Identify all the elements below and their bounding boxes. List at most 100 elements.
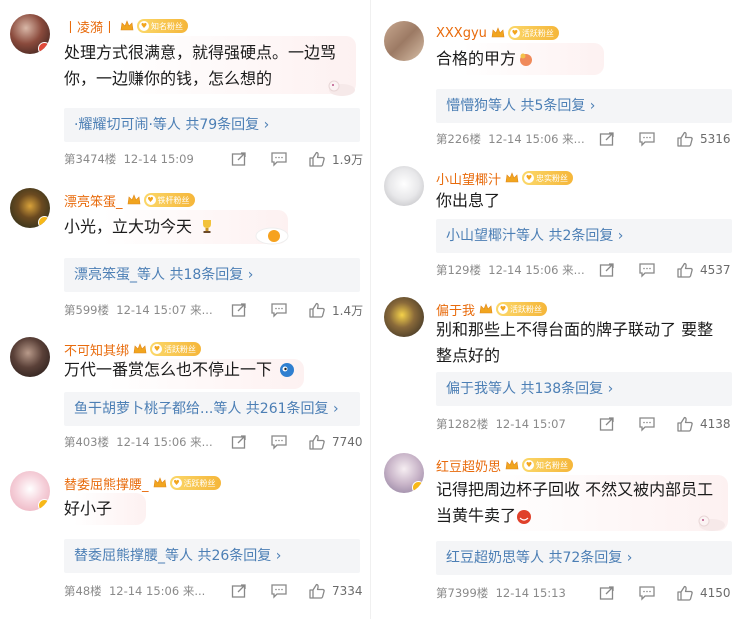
thumbs-up-icon[interactable]	[676, 415, 694, 433]
thumbs-up-icon[interactable]	[676, 261, 694, 279]
comment-icon[interactable]	[270, 433, 288, 451]
fan-badge-label: 活跃粉丝	[183, 478, 216, 488]
comment-footer: 第7399楼 12-14 15:13 4150	[436, 584, 736, 602]
username[interactable]: XXXgyu	[436, 26, 487, 41]
share-icon[interactable]	[598, 261, 616, 279]
egg-sticker-icon	[255, 227, 289, 245]
fan-badge-label: 知名粉丝	[536, 460, 569, 470]
fan-badge: ♥ 知名粉丝	[522, 458, 574, 472]
comment-header: 红豆超奶思 ♥ 知名粉丝	[436, 455, 574, 475]
fan-level-icon: ♥	[524, 460, 535, 470]
comment-footer: 第48楼 12-14 15:06 来... 7334	[64, 582, 364, 600]
crown-icon	[505, 172, 519, 183]
verified-badge-icon	[38, 499, 50, 511]
fan-badge-label: 活跃粉丝	[510, 304, 543, 314]
thumbs-up-icon[interactable]	[676, 130, 694, 148]
floor-time: 第599楼 12-14 15:07 来...	[64, 303, 213, 317]
share-icon[interactable]	[230, 433, 248, 451]
comment-icon[interactable]	[638, 130, 656, 148]
avatar[interactable]	[384, 21, 424, 61]
thumbs-up-icon[interactable]	[308, 150, 326, 168]
comment-text: 别和那些上不得台面的牌子联动了 要整整点好的	[436, 320, 714, 365]
emoji-icon	[280, 363, 294, 377]
floor-time: 第226楼 12-14 15:06 来...	[436, 132, 585, 146]
avatar[interactable]	[10, 471, 50, 511]
floor-time: 第129楼 12-14 15:06 来...	[436, 263, 585, 277]
replies-link[interactable]: 懵懵狗等人 共5条回复 ›	[436, 89, 732, 123]
username[interactable]: 丨凌漪丨	[64, 17, 116, 36]
comment-icon[interactable]	[638, 415, 656, 433]
fan-level-icon: ♥	[152, 344, 163, 354]
replies-link[interactable]: 小山望椰汁等人 共2条回复 ›	[436, 219, 732, 253]
avatar[interactable]	[384, 166, 424, 206]
avatar[interactable]	[384, 453, 424, 493]
like-count: 4150	[700, 586, 731, 600]
comment-icon[interactable]	[270, 582, 288, 600]
replies-link[interactable]: 红豆超奶思等人 共72条回复 ›	[436, 541, 732, 575]
username[interactable]: 小山望椰汁	[436, 169, 501, 188]
share-icon[interactable]	[598, 130, 616, 148]
share-icon[interactable]	[230, 150, 248, 168]
username[interactable]: 偏于我	[436, 300, 475, 319]
username[interactable]: 替委屈熊撑腰_	[64, 474, 149, 493]
share-icon[interactable]	[598, 415, 616, 433]
username[interactable]: 不可知其绑	[64, 340, 129, 359]
bubble-sticker-icon	[328, 80, 355, 96]
crown-icon	[491, 27, 505, 38]
comment-header: 丨凌漪丨 ♥ 知名粉丝	[64, 16, 189, 36]
comment-header: XXXgyu ♥ 活跃粉丝	[436, 23, 559, 43]
thumbs-up-icon[interactable]	[308, 582, 326, 600]
floor-time: 第3474楼 12-14 15:09	[64, 152, 194, 166]
avatar[interactable]	[10, 337, 50, 377]
comment-text: 万代一番赏怎么也不停止一下	[64, 360, 273, 379]
comment-header: 不可知其绑 ♥ 活跃粉丝	[64, 339, 202, 359]
username[interactable]: 红豆超奶思	[436, 456, 501, 475]
fan-badge-label: 知名粉丝	[151, 21, 184, 31]
avatar[interactable]	[384, 297, 424, 337]
crown-icon	[479, 303, 493, 314]
replies-link[interactable]: 鱼干胡萝卜桃子都给...等人 共261条回复 ›	[64, 392, 360, 426]
emoji-icon	[517, 510, 531, 524]
floor-time: 第48楼 12-14 15:06 来...	[64, 584, 206, 598]
crown-icon	[505, 459, 519, 470]
like-count: 1.4万	[332, 303, 364, 318]
comment-column-left: 丨凌漪丨 ♥ 知名粉丝 处理方式很满意，就得强硬点。一边骂你，一边赚你的钱，怎么想…	[0, 0, 370, 619]
replies-link[interactable]: ·耀耀切可闹·等人 共79条回复 ›	[64, 108, 360, 142]
share-icon[interactable]	[598, 584, 616, 602]
crown-icon	[120, 20, 134, 31]
thumbs-up-icon[interactable]	[676, 584, 694, 602]
avatar[interactable]	[10, 14, 50, 54]
comment-icon[interactable]	[638, 261, 656, 279]
trophy-emoji-icon	[203, 220, 211, 233]
fan-badge: ♥ 忠实粉丝	[522, 171, 574, 185]
avatar[interactable]	[10, 188, 50, 228]
replies-link[interactable]: 偏于我等人 共138条回复 ›	[436, 372, 732, 406]
floor-time: 第7399楼 12-14 15:13	[436, 586, 566, 600]
comment-header: 偏于我 ♥ 活跃粉丝	[436, 299, 548, 319]
comment-footer: 第599楼 12-14 15:07 来... 1.4万	[64, 301, 364, 319]
comment-footer: 第1282楼 12-14 15:07 4138	[436, 415, 736, 433]
fan-badge: ♥ 活跃粉丝	[507, 26, 559, 40]
replies-link[interactable]: 替委屈熊撑腰_等人 共26条回复 ›	[64, 539, 360, 573]
username[interactable]: 漂亮笨蛋_	[64, 191, 123, 210]
comment-column-right: XXXgyu ♥ 活跃粉丝 合格的甲方 懵懵狗等人 共5条回复 › 第226楼 1…	[370, 0, 740, 619]
share-icon[interactable]	[230, 301, 248, 319]
thumbs-up-icon[interactable]	[308, 433, 326, 451]
crown-icon	[127, 194, 140, 205]
comment-text: 好小子	[64, 499, 113, 518]
comment-icon[interactable]	[638, 584, 656, 602]
floor-time: 第1282楼 12-14 15:07	[436, 417, 566, 431]
comment-footer: 第226楼 12-14 15:06 来... 5316	[436, 130, 736, 148]
comment-text: 处理方式很满意，就得强硬点。一边骂你，一边赚你的钱，怎么想的	[64, 43, 337, 88]
share-icon[interactable]	[230, 582, 248, 600]
crown-icon	[133, 343, 147, 354]
bubble-sticker-icon	[698, 515, 725, 531]
thumbs-up-icon[interactable]	[308, 301, 326, 319]
comment-icon[interactable]	[270, 301, 288, 319]
comment-icon[interactable]	[270, 150, 288, 168]
fan-badge: ♥ 活跃粉丝	[150, 342, 202, 356]
comment-text: 你出息了	[436, 191, 501, 210]
replies-link[interactable]: 漂亮笨蛋_等人 共18条回复 ›	[64, 258, 360, 292]
comment-header: 小山望椰汁 ♥ 忠实粉丝	[436, 168, 574, 188]
comment-footer: 第403楼 12-14 15:06 来... 7740	[64, 433, 364, 451]
